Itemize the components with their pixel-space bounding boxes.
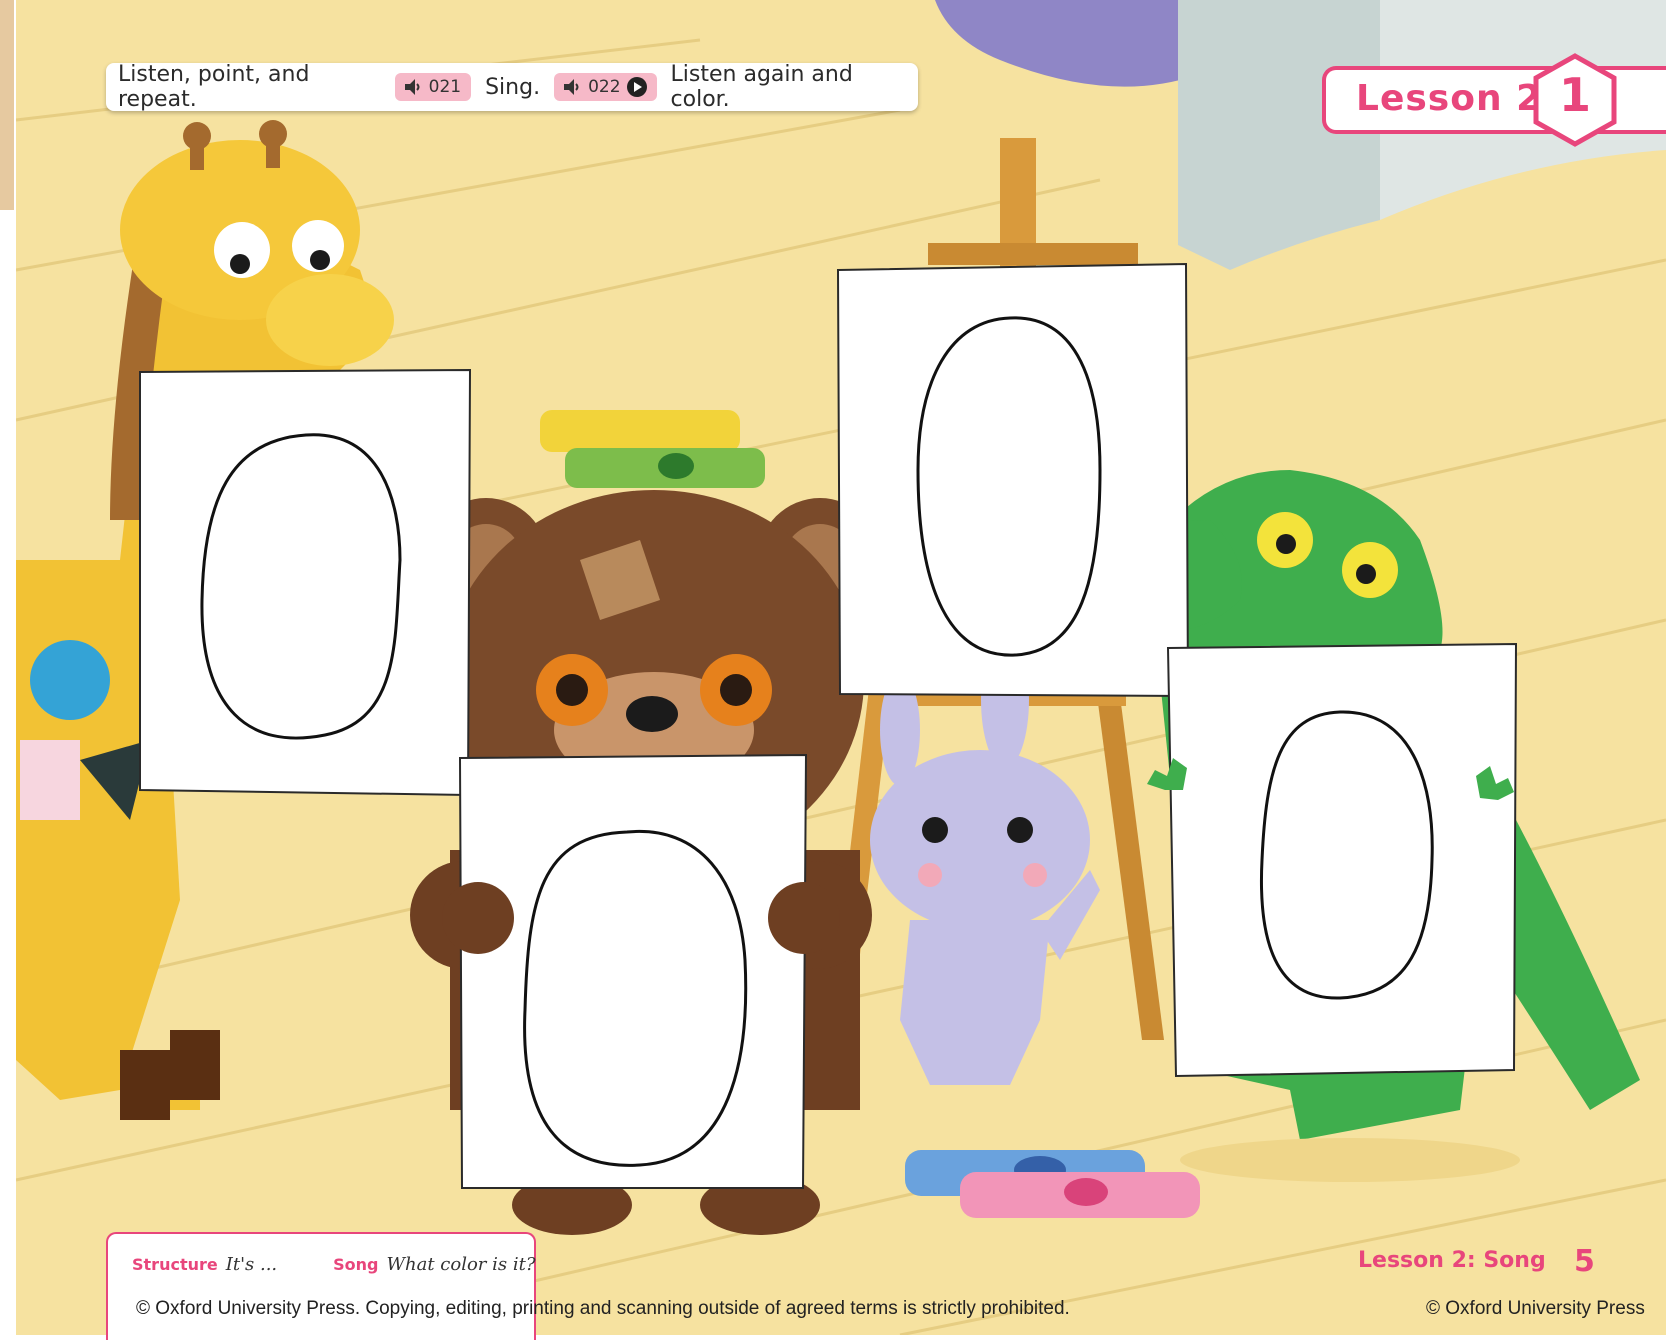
song-title: What color is it?: [386, 1254, 536, 1275]
illustration-scene: [0, 0, 1666, 1340]
footer-lesson-title: Lesson 2: Song: [1358, 1248, 1546, 1273]
structure-song-row: Structure It's ... Song What color is it?: [132, 1254, 535, 1275]
instruction-listen-color: Listen again and color.: [670, 62, 853, 112]
audio-track-button-2[interactable]: 022: [554, 73, 657, 101]
instruction-bar: Listen, point, and repeat. 021 Sing. 022…: [106, 62, 918, 112]
audio-track-number: 021: [428, 77, 462, 97]
structure-song-box: Structure It's ... Song What color is it?: [106, 1232, 536, 1340]
page-number: 5: [1574, 1244, 1595, 1279]
play-icon[interactable]: [626, 77, 647, 97]
speaker-icon: [404, 79, 420, 95]
lesson-label: Lesson 2: [1356, 78, 1543, 119]
workbook-page: Listen, point, and repeat. 021 Sing. 022…: [0, 0, 1666, 1340]
structure-label: Structure: [132, 1255, 218, 1274]
audio-track-button[interactable]: 021: [394, 73, 472, 101]
unit-number: 1: [1558, 68, 1591, 122]
song-label: Song: [333, 1255, 379, 1274]
structure-text: It's ...: [225, 1254, 278, 1275]
instruction-listen-point-repeat: Listen, point, and repeat.: [118, 62, 310, 112]
copyright-notice: © Oxford University Press. Copying, edit…: [136, 1298, 1070, 1319]
copyright-notice-right: © Oxford University Press: [1426, 1298, 1645, 1319]
speaker-icon: [564, 79, 579, 95]
instruction-sing: Sing.: [485, 74, 541, 100]
audio-track-number: 022: [588, 77, 621, 97]
